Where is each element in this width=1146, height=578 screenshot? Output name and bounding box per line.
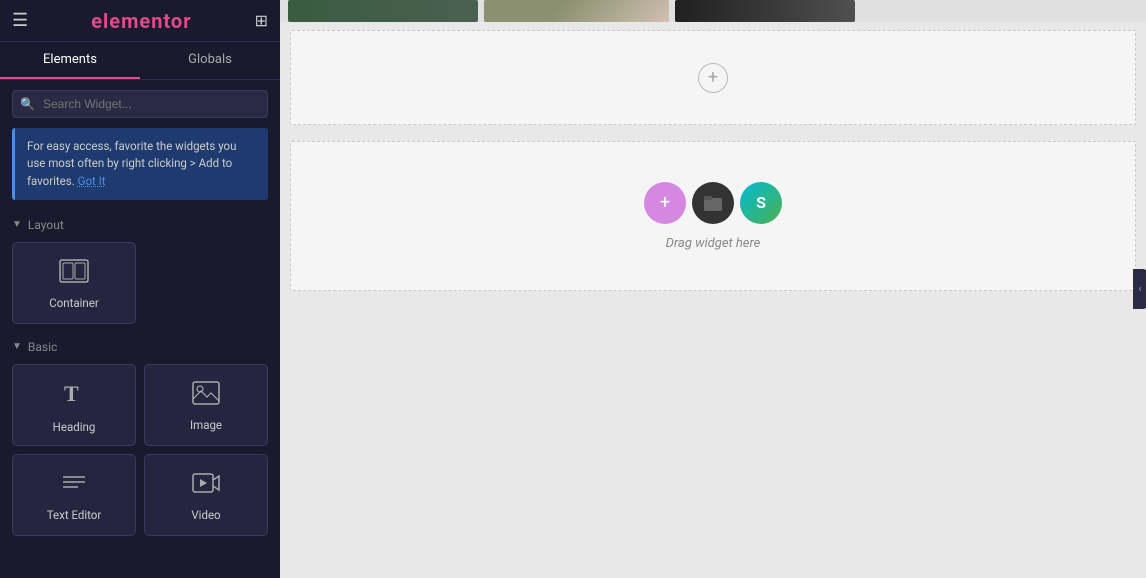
layout-chevron-icon: ▼ — [12, 219, 22, 230]
widget-container[interactable]: Container — [12, 242, 136, 324]
basic-chevron-icon: ▼ — [12, 341, 22, 352]
main-canvas: + + S Drag widget here — [280, 0, 1146, 578]
search-icon: 🔍 — [20, 97, 35, 111]
layout-widgets-grid: Container — [0, 238, 280, 332]
tip-text: For easy access, favorite the widgets yo… — [27, 139, 236, 188]
heading-icon: T — [60, 379, 88, 412]
folder-drag-icon[interactable] — [692, 182, 734, 224]
tab-globals[interactable]: Globals — [140, 42, 280, 79]
tip-box: For easy access, favorite the widgets yo… — [12, 128, 268, 200]
container-label: Container — [49, 296, 99, 310]
add-section-button[interactable]: + — [698, 63, 728, 93]
search-bar-container: 🔍 — [0, 80, 280, 128]
canvas-empty-section[interactable]: + — [290, 30, 1136, 125]
video-icon — [192, 471, 220, 500]
layout-label: Layout — [28, 218, 64, 232]
sidebar-header: ☰ elementor ⊞ — [0, 0, 280, 42]
drag-icons-row: + S — [644, 182, 782, 224]
text-editor-label: Text Editor — [47, 508, 102, 522]
drag-widget-text: Drag widget here — [666, 236, 761, 251]
svg-text:T: T — [64, 381, 79, 406]
search-input[interactable] — [12, 90, 268, 118]
heading-label: Heading — [53, 420, 96, 434]
container-icon — [59, 259, 89, 288]
grid-icon[interactable]: ⊞ — [255, 11, 268, 30]
widget-text-editor[interactable]: Text Editor — [12, 454, 136, 536]
got-it-link[interactable]: Got It — [78, 174, 106, 188]
hamburger-icon[interactable]: ☰ — [12, 10, 28, 31]
canvas-widget-section[interactable]: + S Drag widget here — [290, 141, 1136, 291]
basic-section-label: ▼ Basic — [0, 332, 280, 360]
sidebar-tabs: Elements Globals — [0, 42, 280, 80]
elementor-logo: elementor — [91, 9, 191, 33]
star-drag-icon[interactable]: S — [740, 182, 782, 224]
video-label: Video — [191, 508, 220, 522]
image-label: Image — [190, 418, 222, 432]
widget-heading[interactable]: T Heading — [12, 364, 136, 446]
add-drag-icon[interactable]: + — [644, 182, 686, 224]
basic-widgets-grid: T Heading Image — [0, 360, 280, 544]
widget-video[interactable]: Video — [144, 454, 268, 536]
layout-section-label: ▼ Layout — [0, 210, 280, 238]
sidebar: ☰ elementor ⊞ Elements Globals 🔍 For eas… — [0, 0, 280, 578]
basic-label: Basic — [28, 340, 57, 354]
image-icon — [192, 381, 220, 410]
tab-elements[interactable]: Elements — [0, 42, 140, 79]
widget-image[interactable]: Image — [144, 364, 268, 446]
text-editor-icon — [60, 471, 88, 500]
